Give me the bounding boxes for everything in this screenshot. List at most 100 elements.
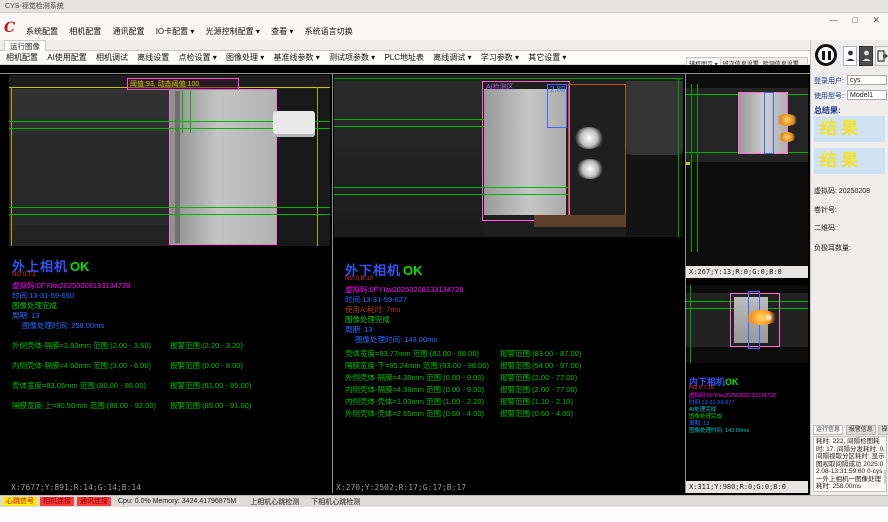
tool-baseline-params[interactable]: 基准线参数 ▾	[273, 53, 319, 62]
model-value[interactable]: Model1	[847, 90, 887, 100]
menu-camera-config[interactable]: 相机配置	[69, 27, 101, 36]
threshold-overlay-label: 阈值:93, 动态阈值:100	[127, 78, 239, 90]
mid-camera-image[interactable]: AI检测区 2.80	[334, 75, 683, 237]
measurement-row: 外侧壳体-壳体=2.65mm 范围:(0.60 - 4.00) 报警范围:(0.…	[345, 408, 573, 419]
measurement-row: 外侧壳体-隔膜=4.38mm 范围:(0.00 - 9.00) 报警范围:(2.…	[345, 372, 577, 383]
login-user-label: 登录用户:	[814, 76, 844, 86]
left-process-time: 图像处理时间: 258.00ms	[22, 320, 104, 331]
window-maximize-icon[interactable]: □	[853, 15, 858, 25]
green-vline-1	[691, 84, 692, 252]
small-top-panel: X:267;Y:13;R:0;G:0;B:0	[686, 74, 808, 278]
menu-language-switch[interactable]: 系统语言切换	[305, 27, 353, 36]
total-result-label: 总结果:	[814, 105, 841, 116]
mid-pixel-status: X:270;Y:2502;R:17;G:17;B:17	[336, 483, 466, 492]
right-sidebar: 登录用户: cys 使用型号: Model1 总结果: 结果 结果 虚拟码: 2…	[810, 40, 888, 495]
mid-process-time: 图像处理时间: 143.00ms	[355, 334, 437, 345]
tool-test-params[interactable]: 测试项参数 ▾	[329, 53, 375, 62]
menu-comm-config[interactable]: 通讯配置	[112, 27, 144, 36]
green-measure-line-2	[334, 126, 484, 127]
small-bottom-panel: 内下相机OK NG:0,T:28 虚拟码:0FYIiw2025020813313…	[686, 285, 808, 493]
tab-op-info[interactable]: 操作信息	[878, 425, 888, 435]
operator-button[interactable]	[843, 46, 857, 66]
window-controls: — □ ✕	[817, 15, 880, 26]
measurement-row: 壳体宽度=83.05mm 范围:(80.00 - 86.00) 报警范围:(81…	[12, 380, 251, 391]
tool-spotcheck-setting[interactable]: 点检设置 ▾	[179, 53, 217, 62]
tool-image-process[interactable]: 图像处理 ▾	[226, 53, 264, 62]
result-display-1: 结果	[814, 116, 885, 142]
tool-offline-setting[interactable]: 离线设置	[137, 53, 169, 62]
window-close-icon[interactable]: ✕	[872, 15, 880, 25]
green-vline-2	[697, 84, 698, 252]
yellow-guide-line-right	[317, 87, 318, 246]
green-measure-line-1	[334, 119, 484, 120]
yellow-tick	[686, 162, 690, 165]
model-label: 使用型号:	[814, 91, 844, 101]
info-tabbar: 运行信息 报警信息 操作信息	[813, 425, 888, 435]
mid-result-ok: OK	[403, 263, 423, 278]
log-scrollbar[interactable]	[884, 470, 887, 484]
measurement-row: 壳体宽度=83.77mm 范围:(82.00 - 88.00) 报警范围:(83…	[345, 348, 581, 359]
logout-button[interactable]	[875, 46, 888, 66]
measurement-row: 隔膜宽度-下=95.24mm 范围:(93.00 - 98.00) 报警范围:(…	[345, 360, 581, 371]
window-titlebar: CYS-视觉检测系统	[0, 0, 888, 13]
pause-button[interactable]	[815, 44, 837, 66]
tool-other-setting[interactable]: 其它设置 ▾	[528, 53, 566, 62]
pause-icon	[828, 51, 831, 60]
cell-body-region	[169, 89, 277, 245]
tab-count-label: 负极耳数量:	[814, 243, 851, 253]
menu-io-config[interactable]: IO卡配置 ▾	[156, 27, 195, 36]
tool-offline-debug[interactable]: 离线调试 ▾	[433, 53, 471, 62]
menu-light-config[interactable]: 光源控制配置 ▾	[206, 27, 260, 36]
bright-spot	[764, 314, 773, 321]
result-display-2: 结果	[814, 148, 885, 174]
ai-measure-value: 2.80	[550, 85, 566, 94]
app-logo-icon: C	[4, 21, 15, 35]
tool-ai-config[interactable]: AI使用配置	[47, 53, 87, 62]
machinery-left-block	[334, 81, 482, 237]
weld-glow-2	[576, 159, 604, 179]
camera-head-block	[626, 81, 683, 155]
machinery-right-block	[626, 155, 683, 237]
person-icon	[846, 50, 855, 62]
left-ng-counter: NG:0,T:1	[12, 272, 36, 278]
tab-run-info[interactable]: 运行信息	[813, 425, 843, 435]
green-measure-vline-2	[190, 89, 191, 133]
window-minimize-icon[interactable]: —	[829, 15, 838, 25]
main-area: 阈值:93, 动态阈值:100 外上相机OK NG:0,T:1 虚拟码:0FYI…	[0, 65, 810, 495]
status-bar: 心跳信号 相机连接 通讯连接 Cpu: 0.0% Memory: 3424.41…	[0, 495, 888, 507]
window-title: CYS-视觉检测系统	[5, 3, 64, 10]
tab-alarm-info[interactable]: 报警信息	[846, 425, 876, 435]
app-window: CYS-视觉检测系统 C 系统配置 相机配置 通讯配置 IO卡配置 ▾ 光源控制…	[0, 0, 888, 522]
small-bottom-ok: OK	[725, 377, 739, 387]
gripper-connector	[273, 111, 315, 137]
tab-glow-1	[776, 114, 798, 126]
qr-label: 二维码:	[814, 223, 837, 233]
menu-bar: C 系统配置 相机配置 通讯配置 IO卡配置 ▾ 光源控制配置 ▾ 查看 ▾ 系…	[0, 13, 888, 40]
menu-view[interactable]: 查看 ▾	[271, 27, 293, 36]
tab-run-image[interactable]: 运行图像	[4, 40, 46, 51]
small-bottom-image[interactable]	[686, 285, 808, 363]
admin-button[interactable]	[859, 46, 873, 66]
barcode-value: 20250208	[839, 188, 870, 195]
measurement-row: 内侧壳体-隔膜=4.38mm 范围:(0.00 - 9.00) 报警范围:(2.…	[345, 384, 577, 395]
heartbeat-badge: 心跳信号	[3, 497, 37, 506]
tool-plc-table[interactable]: PLC地址表	[384, 53, 424, 62]
green-vline	[690, 285, 691, 363]
left-camera-panel: 阈值:93, 动态阈值:100 外上相机OK NG:0,T:1 虚拟码:0FYI…	[8, 74, 331, 493]
tool-camera-config[interactable]: 相机配置	[6, 53, 38, 62]
lower-camera-heartbeat: 下相机心跳检测	[311, 497, 360, 507]
tool-learn-params[interactable]: 学习参数 ▾	[481, 53, 519, 62]
tray-bar	[534, 215, 626, 227]
menu-system-config[interactable]: 系统配置	[26, 27, 58, 36]
tool-camera-debug[interactable]: 相机调试	[96, 53, 128, 62]
green-border-top	[334, 78, 683, 79]
ai-region-label: AI检测区	[486, 82, 514, 92]
left-camera-image[interactable]: 阈值:93, 动态阈值:100	[9, 75, 330, 246]
upper-camera-heartbeat: 上相机心跳检测	[250, 497, 299, 507]
cell-edge-shade	[175, 91, 180, 243]
small-top-image[interactable]	[686, 74, 808, 266]
small-bottom-pixel-status: X:311;Y:980;R:0;G:0;B:0	[686, 481, 808, 493]
login-user-value[interactable]: cys	[847, 75, 887, 85]
view-tabstrip: 运行图像	[0, 40, 810, 51]
measurement-row: 外侧壳体-隔膜=2.93mm 范围:(2.00 - 3.50) 报警范围:(2.…	[12, 340, 243, 351]
